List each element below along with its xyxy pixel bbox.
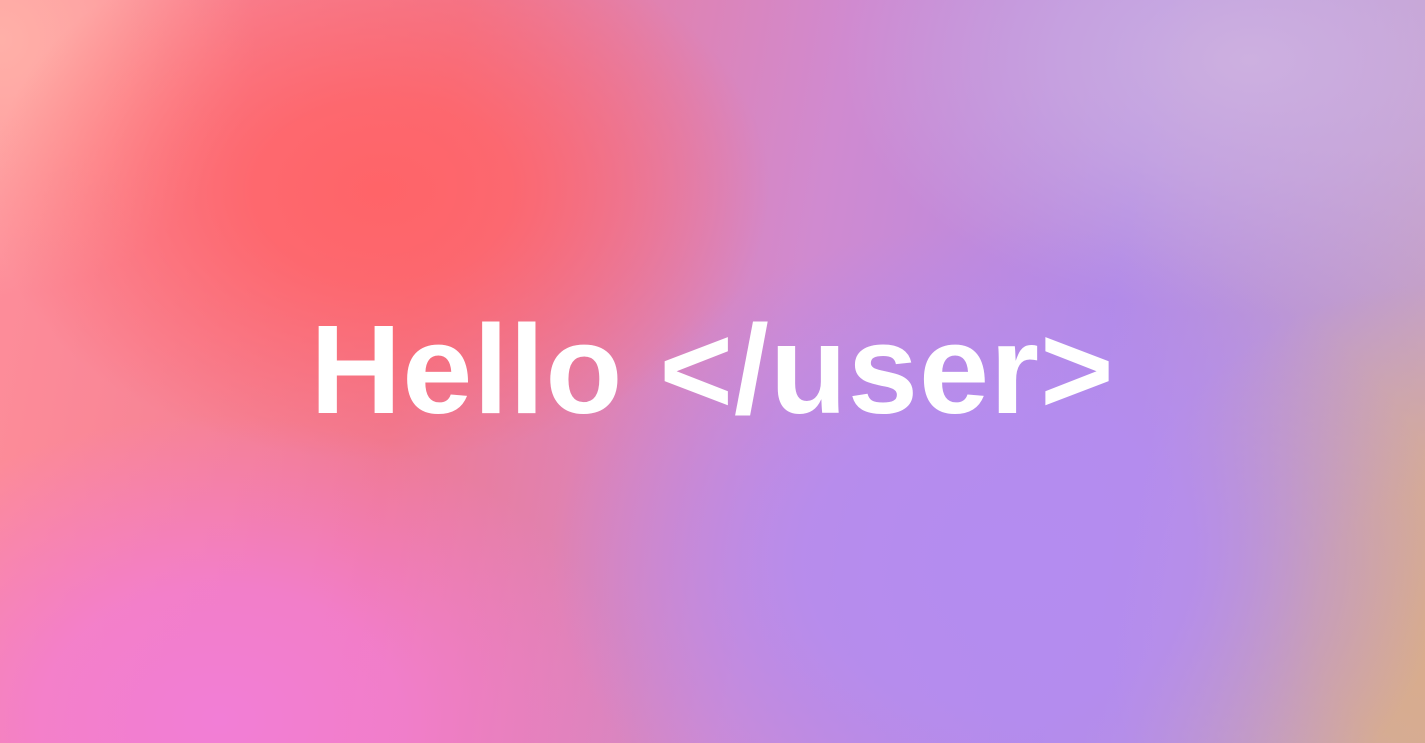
headline: Hello </user> xyxy=(310,299,1115,440)
hero-banner: Hello </user> xyxy=(0,0,1425,743)
